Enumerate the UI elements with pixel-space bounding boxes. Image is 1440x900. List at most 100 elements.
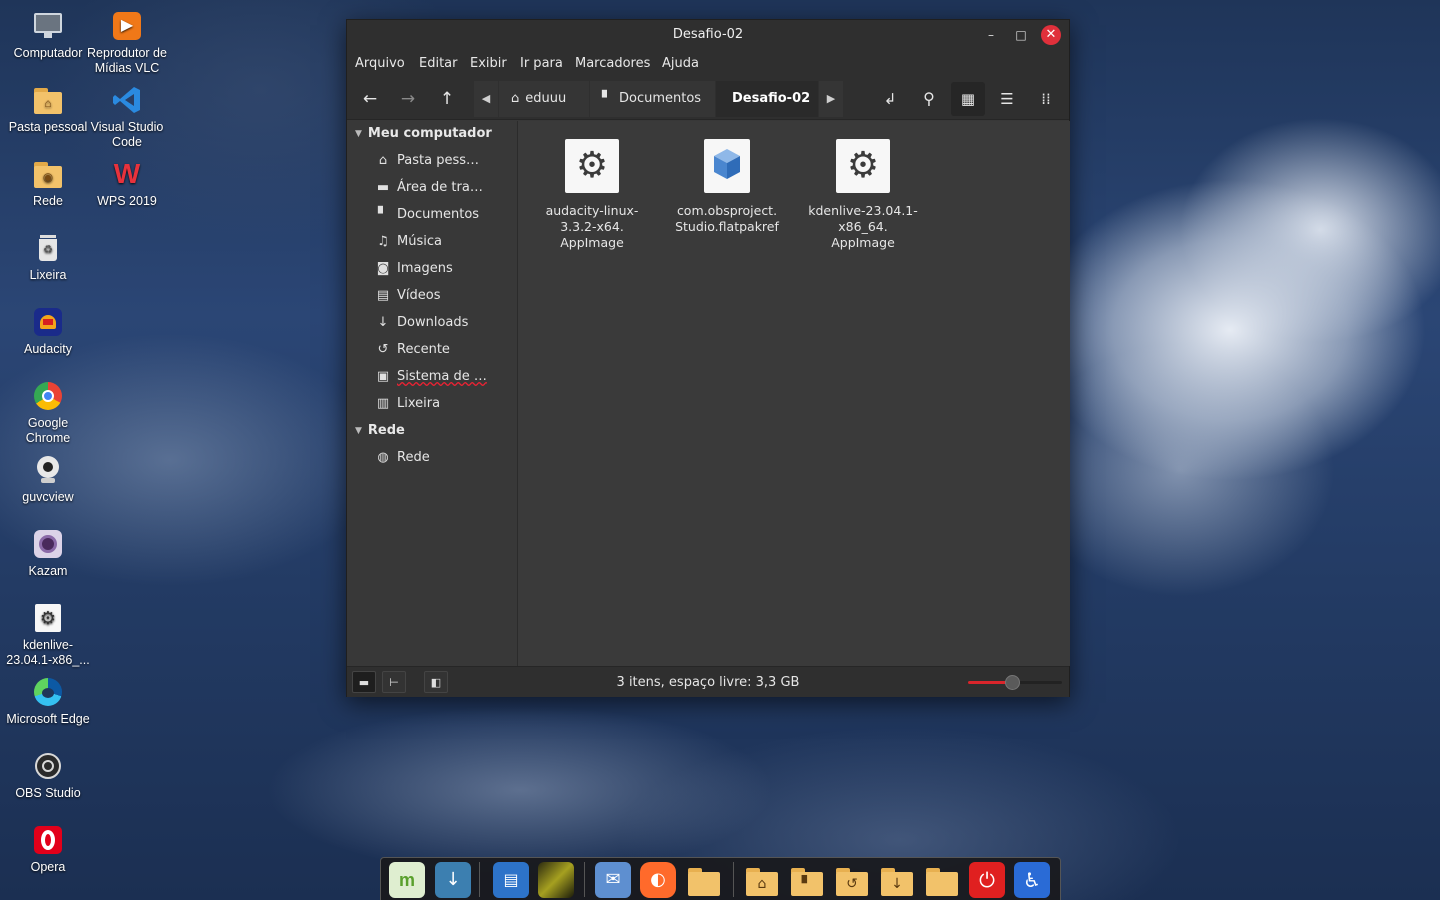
- search-button[interactable]: ⚲: [912, 82, 946, 116]
- sidebar-item-lixeira[interactable]: ▥ Lixeira: [375, 393, 511, 415]
- forward-button[interactable]: →: [391, 82, 425, 116]
- sidebar-item-downloads[interactable]: ↓ Downloads: [375, 312, 511, 334]
- downloads-folder-icon[interactable]: ↓: [879, 862, 915, 898]
- dock-separator: [733, 862, 734, 897]
- desktop-icon-kazam[interactable]: Kazam: [6, 528, 90, 579]
- folder-icon[interactable]: [924, 862, 960, 898]
- up-button[interactable]: ↑: [430, 82, 464, 116]
- desktop-icon-rede[interactable]: ◉ Rede: [6, 158, 90, 209]
- webcam-icon: [32, 454, 64, 486]
- desktop-icon-edge[interactable]: Microsoft Edge: [6, 676, 90, 727]
- sidebar-section-rede[interactable]: ▼ Rede: [355, 423, 405, 438]
- menu-ajuda[interactable]: Ajuda: [662, 56, 699, 71]
- desktop-icon: ▬: [376, 180, 390, 195]
- sidebar-item-musica[interactable]: ♫ Música: [375, 231, 511, 253]
- sidebar-item-imagens[interactable]: ◙ Imagens: [375, 258, 511, 280]
- file-item[interactable]: ⚙ kdenlive-23.04.1- x86_64. AppImage: [798, 137, 928, 251]
- list-view-icon: ☰: [1000, 90, 1014, 108]
- document-icon: ▘: [602, 91, 612, 106]
- list-view-button[interactable]: ☰: [990, 82, 1024, 116]
- mint-menu-icon[interactable]: m: [389, 862, 425, 898]
- home-folder-icon[interactable]: ⌂: [744, 862, 780, 898]
- home-icon: ⌂: [378, 153, 388, 168]
- breadcrumb-documentos[interactable]: ▘ Documentos: [590, 81, 715, 117]
- statusbar: ▬ ⊢ ◧ 3 itens, espaço livre: 3,3 GB: [347, 666, 1069, 697]
- arrow-left-icon: ←: [362, 89, 378, 109]
- accessibility-icon[interactable]: ♿: [1014, 862, 1050, 898]
- desktop-icon-audacity[interactable]: Audacity: [6, 306, 90, 357]
- image-viewer-icon[interactable]: [538, 862, 574, 898]
- compact-view-button[interactable]: ⁞⁞: [1029, 82, 1063, 116]
- update-manager-icon[interactable]: ↓: [435, 862, 471, 898]
- desktop-icon-opera[interactable]: Opera: [6, 824, 90, 875]
- menu-exibir[interactable]: Exibir: [470, 56, 507, 71]
- close-button[interactable]: ✕: [1041, 25, 1061, 45]
- sidebar-item-sistema-de-arquivos[interactable]: ▣ Sistema de …: [375, 366, 511, 388]
- desktop-icon-vscode[interactable]: Visual Studio Code: [85, 84, 169, 150]
- sidebar-item-rede[interactable]: ◍ Rede: [375, 447, 511, 469]
- flatpak-icon: [704, 139, 750, 193]
- breadcrumb-desafio-02[interactable]: Desafio-02: [716, 81, 818, 117]
- titlebar[interactable]: Desafio-02 – □ ✕: [347, 20, 1069, 50]
- menubar: Arquivo Editar Exibir Ir para Marcadores…: [347, 50, 1069, 78]
- documents-folder-icon[interactable]: ▘: [789, 862, 825, 898]
- firefox-icon[interactable]: ◐: [640, 862, 676, 898]
- dock: m ↓ ▤ ✉ ◐ ⌂ ▘ ↺ ↓ ⏻ ♿: [380, 857, 1061, 900]
- sidebar-item-pasta-pessoal[interactable]: ⌂ Pasta pess…: [375, 150, 511, 172]
- minimize-button[interactable]: –: [981, 25, 1001, 45]
- menu-ir-para[interactable]: Ir para: [520, 56, 563, 71]
- music-icon: ♫: [377, 234, 389, 249]
- sidebar-item-area-de-trabalho[interactable]: ▬ Área de tra…: [375, 177, 511, 199]
- desktop-icon-vlc[interactable]: ▶ Reprodutor de Mídias VLC: [85, 10, 169, 76]
- desktop-icon-guvcview[interactable]: guvcview: [6, 454, 90, 505]
- zoom-knob[interactable]: [1005, 675, 1020, 690]
- desktop-icon-lixeira[interactable]: ♻ Lixeira: [6, 232, 90, 283]
- dock-separator: [584, 862, 585, 897]
- document-icon: ▘: [378, 207, 388, 222]
- icon-view-button[interactable]: ▦: [951, 82, 985, 116]
- file-item[interactable]: ⚙ audacity-linux- 3.3.2-x64. AppImage: [527, 137, 657, 251]
- sidebar-item-recente[interactable]: ↺ Recente: [375, 339, 511, 361]
- home-folder-icon: ⌂: [32, 84, 64, 116]
- maximize-button[interactable]: □: [1011, 25, 1031, 45]
- sidebar-section-meu-computador[interactable]: ▼ Meu computador: [355, 126, 492, 141]
- wps-icon: W: [113, 158, 141, 189]
- file-item[interactable]: com.obsproject. Studio.flatpakref: [662, 137, 792, 235]
- sidebar-item-videos[interactable]: ▤ Vídeos: [375, 285, 511, 307]
- desktop-icon-kdenlive[interactable]: ⚙ kdenlive-23.04.1-x86_...: [6, 602, 90, 668]
- breadcrumb-scroll-left[interactable]: ◀: [474, 81, 498, 117]
- vlc-icon: ▶: [111, 10, 143, 42]
- menu-arquivo[interactable]: Arquivo: [355, 56, 405, 71]
- recent-folder-icon[interactable]: ↺: [834, 862, 870, 898]
- arrow-right-icon: →: [400, 89, 416, 109]
- kazam-icon: [32, 528, 64, 560]
- menu-marcadores[interactable]: Marcadores: [575, 56, 650, 71]
- desktop-icon-chrome[interactable]: Google Chrome: [6, 380, 90, 446]
- mail-icon[interactable]: ✉: [595, 862, 631, 898]
- file-manager-window: Desafio-02 – □ ✕ Arquivo Editar Exibir I…: [346, 19, 1070, 697]
- collapse-arrow-icon: ▼: [355, 129, 362, 139]
- power-icon[interactable]: ⏻: [969, 862, 1005, 898]
- sidebar-item-documentos[interactable]: ▘ Documentos: [375, 204, 511, 226]
- menu-editar[interactable]: Editar: [419, 56, 458, 71]
- breadcrumb-eduuu[interactable]: ⌂ eduuu: [499, 81, 589, 117]
- desktop-icon-computador[interactable]: Computador: [6, 10, 90, 61]
- file-view[interactable]: ⚙ audacity-linux- 3.3.2-x64. AppImage co…: [518, 121, 1070, 666]
- desktop-icon-obs[interactable]: OBS Studio: [6, 750, 90, 801]
- download-icon: ↓: [377, 315, 389, 330]
- files-icon[interactable]: [686, 862, 722, 898]
- toggle-location-button[interactable]: ↲: [873, 82, 907, 116]
- breadcrumb-scroll-right[interactable]: ▶: [819, 81, 843, 117]
- desktop-icon-wps[interactable]: W WPS 2019: [85, 158, 169, 209]
- back-button[interactable]: ←: [353, 82, 387, 116]
- triangle-left-icon: ◀: [481, 92, 491, 105]
- appimage-icon: ⚙: [32, 602, 64, 634]
- zoom-slider[interactable]: [968, 675, 1062, 690]
- computer-icon: [32, 10, 64, 42]
- desktop-icon-pasta-pessoal[interactable]: ⌂ Pasta pessoal: [6, 84, 90, 135]
- text-editor-icon[interactable]: ▤: [493, 862, 529, 898]
- camera-icon: ◙: [376, 261, 390, 276]
- window-title: Desafio-02: [672, 27, 744, 42]
- dock-separator: [479, 862, 480, 897]
- grid-view-icon: ▦: [960, 90, 976, 108]
